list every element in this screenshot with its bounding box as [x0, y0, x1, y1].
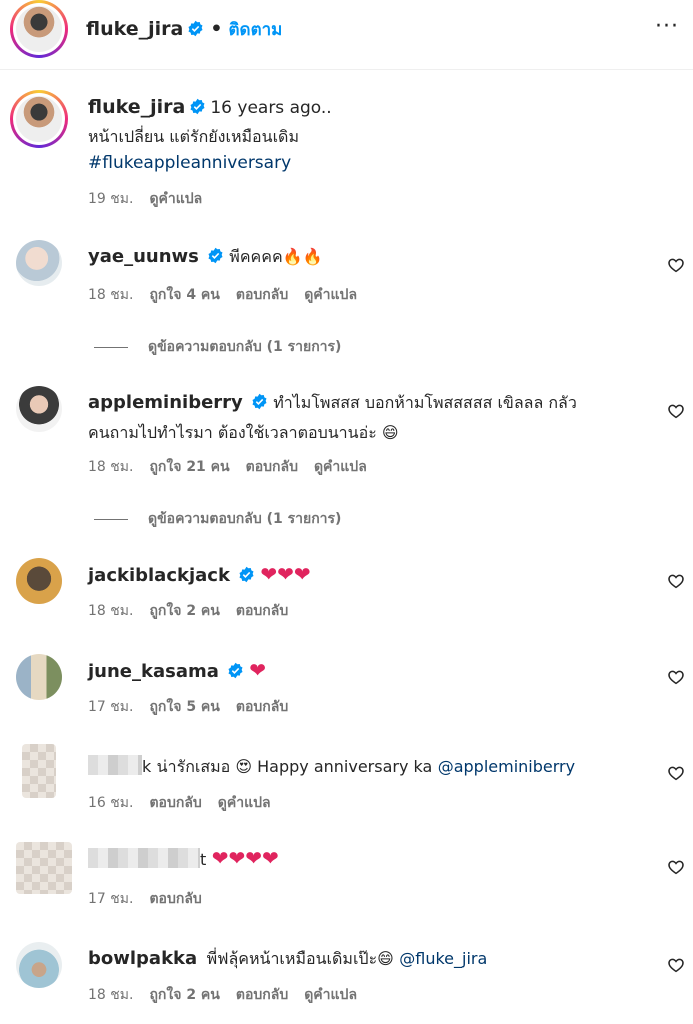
caption-ago-text: 16 years ago..: [210, 98, 332, 118]
author-username[interactable]: fluke_jira: [86, 18, 183, 40]
replies-divider: [94, 346, 128, 348]
commenter-username[interactable]: yae_uunws: [88, 246, 199, 267]
commenter-avatar[interactable]: [16, 386, 62, 432]
commenter-avatar[interactable]: [16, 942, 62, 988]
view-replies-button[interactable]: ดูข้อความตอบกลับ (1 รายการ): [94, 336, 341, 358]
like-heart-icon[interactable]: [667, 402, 685, 420]
comment-text: ทำไมโพสสส บอกห้ามโพสสสสส เขิลลล กลัว: [273, 393, 577, 412]
comment-time: 18 ชม.: [88, 987, 134, 1003]
comment-body: t ❤❤❤❤: [88, 844, 279, 875]
comment-body: appleminiberry ทำไมโพสสส บอกห้ามโพสสสสส …: [88, 388, 658, 448]
like-heart-icon[interactable]: [667, 256, 685, 274]
view-replies-label: ดูข้อความตอบกลับ (1 รายการ): [148, 339, 342, 355]
likes-count[interactable]: ถูกใจ 4 คน: [149, 287, 219, 303]
comment-time: 17 ชม.: [88, 891, 134, 907]
view-replies-label: ดูข้อความตอบกลับ (1 รายการ): [148, 511, 342, 527]
reply-button[interactable]: ตอบกลับ: [246, 459, 298, 475]
username-tail: t: [200, 850, 207, 869]
see-translation-button[interactable]: ดูคำแปล: [218, 795, 271, 811]
comment-body: bowlpakka พี่ฟลุ้คหน้าเหมือนเดิมเป๊ะ😄 @f…: [88, 944, 487, 974]
separator-dot: •: [210, 18, 223, 40]
caption-user-line: fluke_jira 16 years ago..: [88, 96, 332, 118]
commenter-username[interactable]: appleminiberry: [88, 392, 243, 413]
comment-text: ❤❤❤: [260, 562, 311, 586]
comment-text: น่ารักเสมอ 😍 Happy anniversary ka: [156, 757, 433, 776]
commenter-avatar[interactable]: [22, 744, 56, 798]
reply-button[interactable]: ตอบกลับ: [236, 287, 288, 303]
verified-badge-icon: [228, 662, 243, 679]
reply-button[interactable]: ตอบกลับ: [236, 699, 288, 715]
commenter-avatar[interactable]: [16, 842, 72, 894]
caption-username[interactable]: fluke_jira: [88, 96, 185, 118]
comment-meta: 16 ชม. ตอบกลับ ดูคำแปล: [88, 792, 287, 814]
comment-meta: 18 ชม. ถูกใจ 21 คน ตอบกลับ ดูคำแปล: [88, 456, 383, 478]
comment-text: ❤: [249, 658, 267, 682]
blurred-username: [88, 755, 142, 775]
verified-badge-icon: [190, 98, 205, 115]
caption-hashtag[interactable]: #flukeappleanniversary: [88, 153, 291, 173]
replies-divider: [94, 518, 128, 520]
comment-time: 18 ชม.: [88, 459, 134, 475]
reply-button[interactable]: ตอบกลับ: [236, 987, 288, 1003]
verified-badge-icon: [252, 393, 267, 410]
caption-author-avatar[interactable]: [10, 90, 68, 148]
comment-body: yae_uunws พีคคคค🔥🔥: [88, 242, 322, 272]
like-heart-icon[interactable]: [667, 668, 685, 686]
comment-body: june_kasama ❤: [88, 656, 266, 687]
view-replies-button[interactable]: ดูข้อความตอบกลับ (1 รายการ): [94, 508, 341, 530]
comment-body: k น่ารักเสมอ 😍 Happy anniversary ka @app…: [88, 752, 575, 782]
commenter-avatar[interactable]: [16, 240, 62, 286]
likes-count[interactable]: ถูกใจ 2 คน: [149, 603, 219, 619]
caption-meta: 19 ชม. ดูคำแปล: [88, 188, 218, 210]
author-avatar[interactable]: [10, 0, 68, 58]
post-header: fluke_jira • ติดตาม ···: [0, 0, 693, 70]
reply-button[interactable]: ตอบกลับ: [149, 891, 201, 907]
see-translation-button[interactable]: ดูคำแปล: [314, 459, 367, 475]
commenter-username[interactable]: june_kasama: [88, 661, 219, 682]
commenter-avatar[interactable]: [16, 558, 62, 604]
comment-meta: 18 ชม. ถูกใจ 2 คน ตอบกลับ ดูคำแปล: [88, 984, 373, 1006]
like-heart-icon[interactable]: [667, 572, 685, 590]
commenter-username[interactable]: bowlpakka: [88, 948, 197, 969]
follow-button[interactable]: ติดตาม: [229, 20, 283, 40]
comment-text: ❤❤❤❤: [211, 846, 279, 870]
see-translation-button[interactable]: ดูคำแปล: [304, 987, 357, 1003]
blurred-username: [88, 848, 200, 868]
like-heart-icon[interactable]: [667, 858, 685, 876]
comment-body: jackiblackjack ❤❤❤: [88, 560, 311, 591]
see-translation-button[interactable]: ดูคำแปล: [149, 191, 202, 207]
comment-time: 17 ชม.: [88, 699, 134, 715]
likes-count[interactable]: ถูกใจ 2 คน: [149, 987, 219, 1003]
see-translation-button[interactable]: ดูคำแปล: [304, 287, 357, 303]
like-heart-icon[interactable]: [667, 956, 685, 974]
comment-text: พี่ฟลุ้คหน้าเหมือนเดิมเป๊ะ😄: [206, 949, 394, 968]
more-options-icon[interactable]: ···: [655, 14, 679, 39]
comment-text: พีคคคค🔥🔥: [229, 247, 323, 266]
commenter-username[interactable]: jackiblackjack: [88, 565, 230, 586]
comment-time: 18 ชม.: [88, 287, 134, 303]
verified-badge-icon: [208, 247, 223, 264]
reply-button[interactable]: ตอบกลับ: [236, 603, 288, 619]
comment-mention[interactable]: @fluke_jira: [399, 949, 487, 968]
header-user-line: fluke_jira • ติดตาม: [86, 16, 282, 43]
username-tail: k: [142, 757, 152, 776]
caption-time: 19 ชม.: [88, 191, 134, 207]
verified-badge-icon: [239, 566, 254, 583]
comment-text-continued: คนถามไปทำไรมา ต้องใช้เวลาตอบนานอ่ะ 😄: [88, 423, 399, 442]
commenter-avatar[interactable]: [16, 654, 62, 700]
reply-button[interactable]: ตอบกลับ: [149, 795, 201, 811]
comment-meta: 18 ชม. ถูกใจ 2 คน ตอบกลับ: [88, 600, 304, 622]
comment-mention[interactable]: @appleminiberry: [438, 757, 575, 776]
comment-meta: 17 ชม. ตอบกลับ: [88, 888, 218, 910]
comment-time: 18 ชม.: [88, 603, 134, 619]
like-heart-icon[interactable]: [667, 764, 685, 782]
comment-time: 16 ชม.: [88, 795, 134, 811]
comment-meta: 17 ชม. ถูกใจ 5 คน ตอบกลับ: [88, 696, 304, 718]
likes-count[interactable]: ถูกใจ 21 คน: [149, 459, 229, 475]
comment-meta: 18 ชม. ถูกใจ 4 คน ตอบกลับ ดูคำแปล: [88, 284, 373, 306]
caption-text: หน้าเปลี่ยน แต่รักยังเหมือนเดิม: [88, 127, 299, 146]
likes-count[interactable]: ถูกใจ 5 คน: [149, 699, 219, 715]
verified-badge-icon: [188, 20, 203, 37]
